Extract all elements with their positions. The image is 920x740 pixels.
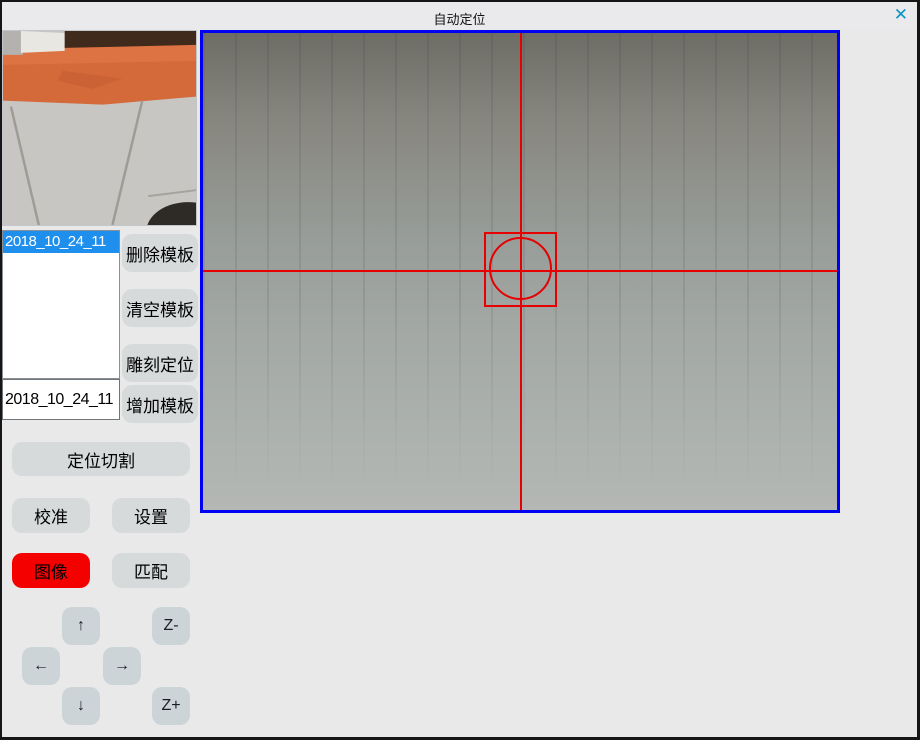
template-thumbnail <box>2 30 197 226</box>
calibrate-button[interactable]: 校准 <box>12 498 90 533</box>
close-icon[interactable]: ✕ <box>891 5 911 25</box>
image-button[interactable]: 图像 <box>12 553 90 588</box>
jog-up-button[interactable]: ↑ <box>62 607 100 645</box>
jog-z-plus-button[interactable]: Z+ <box>152 687 190 725</box>
template-list-item[interactable]: 2018_10_24_11 <box>3 231 119 253</box>
engrave-locate-button[interactable]: 雕刻定位 <box>122 344 198 382</box>
template-name-input[interactable] <box>2 379 120 420</box>
match-button[interactable]: 匹配 <box>112 553 190 588</box>
jog-left-button[interactable]: ← <box>22 647 60 685</box>
camera-viewport[interactable] <box>200 30 840 513</box>
add-template-button[interactable]: 增加模板 <box>122 385 198 423</box>
settings-button[interactable]: 设置 <box>112 498 190 533</box>
delete-template-button[interactable]: 删除模板 <box>122 234 198 272</box>
auto-locate-dialog: 自动定位 ✕ 2018_10_24_11 删除模板 <box>0 0 920 740</box>
jog-down-button[interactable]: ↓ <box>62 687 100 725</box>
title-bar: 自动定位 ✕ <box>2 2 917 30</box>
clear-templates-button[interactable]: 清空模板 <box>122 289 198 327</box>
dialog-title: 自动定位 <box>2 9 917 28</box>
match-region-circle <box>489 237 552 300</box>
thumbnail-image <box>3 31 196 225</box>
jog-z-minus-button[interactable]: Z- <box>152 607 190 645</box>
locate-cut-button[interactable]: 定位切割 <box>12 442 190 476</box>
jog-right-button[interactable]: → <box>103 647 141 685</box>
template-list[interactable]: 2018_10_24_11 <box>2 230 120 379</box>
